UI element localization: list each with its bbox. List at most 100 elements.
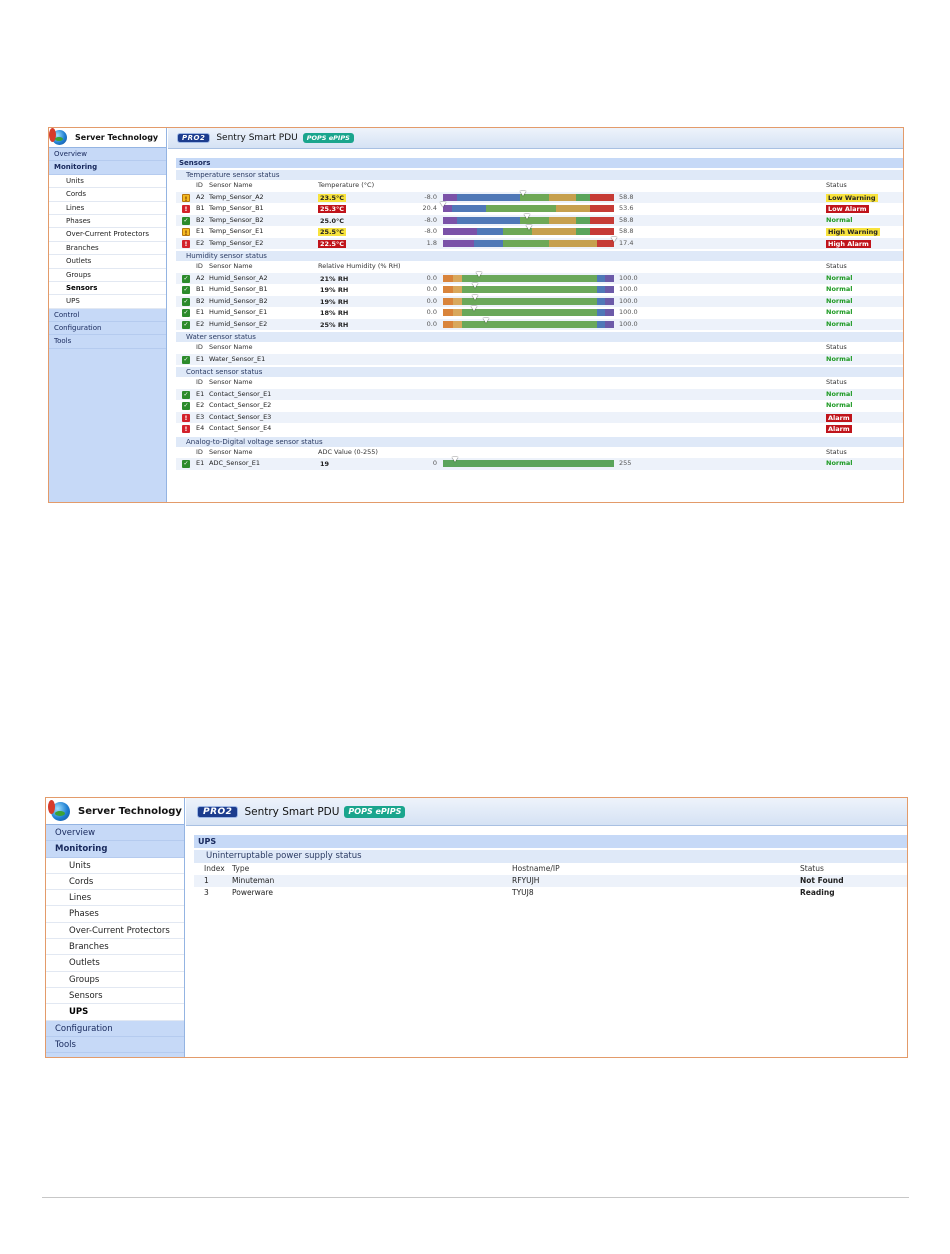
ups-index: 1 [204, 876, 209, 885]
brand-name: Server Technology [75, 133, 159, 142]
sidebar-item-branches[interactable]: Branches [49, 241, 166, 256]
sidebar-item-tools[interactable]: Tools [49, 335, 166, 349]
status-badge: Normal [826, 354, 853, 363]
bar-segment [590, 193, 614, 201]
sidebar-item-phases[interactable]: Phases [49, 214, 166, 229]
level-bar [443, 283, 614, 293]
alarm-icon: ! [182, 413, 190, 422]
sidebar-item-ups[interactable]: UPS [49, 295, 166, 309]
level-marker-icon [482, 317, 489, 323]
globe-logo-icon [49, 128, 67, 145]
status-badge: Normal [826, 401, 853, 409]
section-title: Contact sensor status [176, 367, 903, 377]
product-title: Sentry Smart PDU [244, 805, 340, 818]
value-chip: 25.5°C [318, 228, 347, 236]
sidebar-item-groups[interactable]: Groups [49, 268, 166, 282]
sidebar: Server Technology Overview Monitoring Unit… [49, 128, 167, 502]
sidebar-item-phases[interactable]: Phases [46, 906, 184, 923]
bar-segment [443, 274, 454, 282]
sidebar-item-ups[interactable]: UPS [46, 1004, 184, 1021]
sidebar-item-sensors[interactable]: Sensors [49, 281, 166, 296]
status-chip: Low Alarm [826, 205, 869, 213]
level-marker-icon [475, 271, 482, 277]
col-id: ID [196, 447, 203, 456]
range-max: 100.0 [619, 319, 638, 328]
sensor-name: Contact_Sensor_E2 [209, 401, 272, 409]
sidebar-item-units[interactable]: Units [46, 857, 184, 874]
product-banner: PRO2 Sentry Smart PDU POPS ePIPS [186, 798, 907, 826]
bar-segment [555, 205, 591, 212]
sidebar-item-cords[interactable]: Cords [49, 188, 166, 202]
value-chip: 19 [320, 460, 330, 468]
table-row: ✓ E2 Humid_Sensor_E2 25% RH 0.0 100.0 Normal [176, 317, 903, 330]
sidebar-item-units[interactable]: Units [49, 174, 166, 189]
ups-table-body: 1 Minuteman RFYUJH Not Found 3 Powerware TYUJ8… [194, 875, 907, 899]
range-min: 20.4 [422, 204, 437, 212]
sensor-id: A2 [196, 273, 205, 282]
level-bar [443, 225, 614, 235]
value-chip: 25.3°C [318, 205, 347, 213]
ups-hostname: TYUJ8 [512, 888, 534, 897]
col-id: ID [196, 262, 203, 270]
range-min: 0.0 [426, 319, 437, 328]
bar-segment [590, 228, 614, 235]
sidebar-item-sensors[interactable]: Sensors [46, 987, 184, 1005]
sidebar-item-lines[interactable]: Lines [49, 201, 166, 215]
level-bar [443, 294, 614, 305]
range-min: 1.8 [426, 238, 437, 247]
sidebar-item-lines[interactable]: Lines [46, 890, 184, 907]
sidebar-item-over-current-protectors[interactable]: Over-Current Protectors [46, 922, 184, 940]
bar-segment [453, 320, 462, 328]
sidebar-item-overview[interactable]: Overview [49, 148, 166, 162]
col-index: Index [204, 864, 225, 873]
sidebar-item-control[interactable]: Control [49, 308, 166, 323]
check-icon: ✓ [182, 320, 190, 329]
bar-segment [473, 239, 503, 247]
bar-segment [549, 193, 577, 201]
range-min: -8.0 [424, 192, 437, 201]
sidebar-item-overview[interactable]: Overview [46, 825, 184, 842]
brand-logo[interactable]: Server Technology [49, 128, 166, 148]
range-min: 0.0 [426, 273, 437, 282]
section-title: Humidity sensor status [176, 251, 903, 261]
col-sensor-name: Sensor Name [209, 262, 253, 270]
bar-segment [531, 228, 577, 235]
sensor-name: Water_Sensor_E1 [209, 354, 266, 363]
sidebar-item-tools[interactable]: Tools [46, 1036, 184, 1054]
sidebar-item-monitoring[interactable]: Monitoring [46, 841, 184, 858]
table-row: ✓ E1 Humid_Sensor_E1 18% RH 0.0 100.0 Normal [176, 306, 903, 319]
page-title: Sensors [176, 158, 903, 168]
table-row: ! B1 Temp_Sensor_B1 25.3°C 20.4 53.6 Low Alarm [176, 202, 903, 215]
sidebar-item-outlets[interactable]: Outlets [46, 955, 184, 972]
pops-badge: POPS ePIPS [344, 805, 406, 818]
sensor-name: Humid_Sensor_E2 [209, 319, 268, 328]
table-header: ID Sensor Name Relative Humidity (% RH) Sta… [176, 261, 903, 273]
check-icon: ✓ [182, 297, 190, 306]
level-marker-icon [611, 236, 617, 242]
sidebar-item-monitoring[interactable]: Monitoring [49, 161, 166, 175]
col-value: ADC Value (0-255) [318, 447, 378, 456]
sidebar-item-configuration[interactable]: Configuration [46, 1020, 184, 1037]
section-title: Water sensor status [176, 332, 903, 342]
range-min: 0.0 [426, 285, 437, 293]
sidebar-item-groups[interactable]: Groups [46, 971, 184, 988]
sidebar-item-configuration[interactable]: Configuration [49, 322, 166, 336]
main-panel: PRO2 Sentry Smart PDU POPS ePIPS UPS Uni… [186, 798, 907, 1057]
level-bar [443, 271, 614, 282]
warning-icon: ! [182, 228, 190, 237]
brand-logo[interactable]: Server Technology [46, 798, 184, 825]
status-badge: Normal [826, 215, 853, 224]
level-marker-icon [472, 294, 479, 300]
pro2-badge: PRO2 [177, 133, 211, 143]
sidebar-item-cords[interactable]: Cords [46, 873, 184, 891]
bar-segment [596, 297, 606, 305]
sidebar-item-outlets[interactable]: Outlets [49, 255, 166, 269]
bar-segment [605, 320, 614, 328]
level-bar [443, 306, 614, 316]
value-chip: 18% RH [320, 309, 349, 317]
range-min: 0 [432, 459, 437, 467]
sidebar-item-branches[interactable]: Branches [46, 939, 184, 956]
sidebar-item-over-current-protectors[interactable]: Over-Current Protectors [49, 228, 166, 242]
check-icon: ✓ [182, 216, 190, 225]
table-row: ✓ E1 Contact_Sensor_E1 Normal [176, 388, 903, 400]
